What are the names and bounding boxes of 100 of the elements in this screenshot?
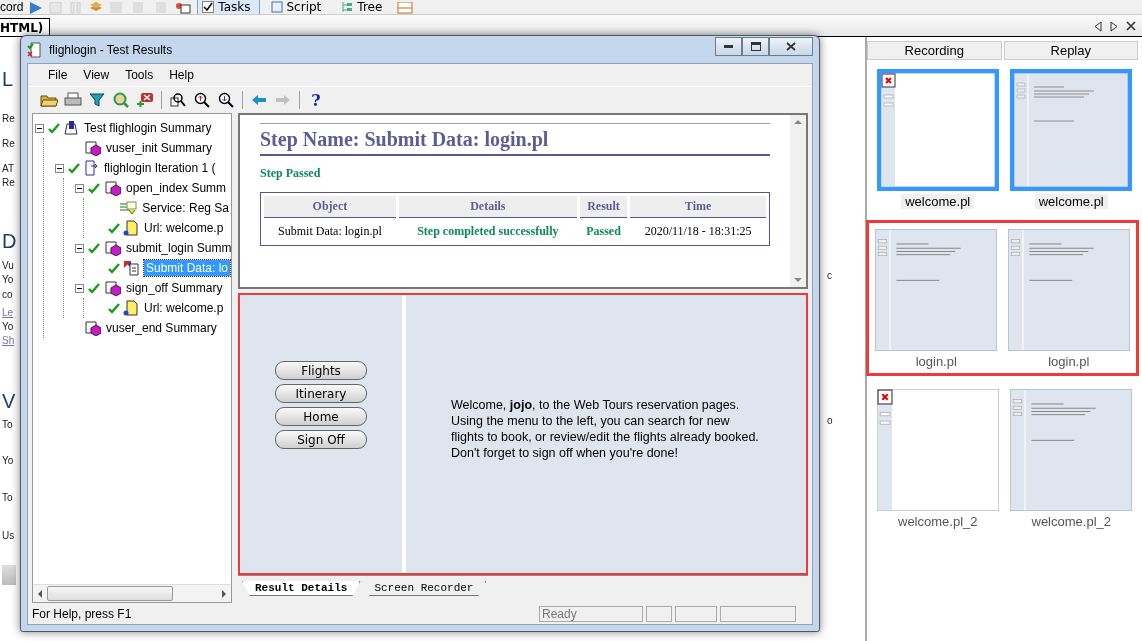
tree-icon <box>341 1 354 13</box>
nav-button[interactable]: Sign Off <box>275 430 367 449</box>
nav-button[interactable]: Home <box>275 407 367 426</box>
status-pane <box>675 605 717 622</box>
tree-item[interactable]: sign_off Summary <box>124 280 225 296</box>
minimize-button[interactable] <box>715 37 742 56</box>
script-icon <box>83 140 101 156</box>
tree-item[interactable]: Url: welcome.p <box>142 220 226 236</box>
check-icon <box>108 262 120 274</box>
status-pane: Ready <box>539 605 643 622</box>
delete-icon <box>136 92 154 108</box>
page-heading: D <box>2 229 17 254</box>
forward-arrow-icon <box>275 94 291 106</box>
table-cell-text: Step completed successfully <box>416 223 560 240</box>
thumbnail-label[interactable]: welcome.pl <box>901 194 975 209</box>
script-icon <box>83 320 101 336</box>
script-icon <box>103 240 121 256</box>
menu-item[interactable]: View <box>77 68 116 82</box>
scroll-icon <box>270 1 283 13</box>
tree-item[interactable]: vuser_end Summary <box>104 320 219 336</box>
page-text: AT <box>2 162 15 176</box>
printer-icon <box>64 92 82 108</box>
page-heading: L <box>2 67 14 92</box>
document-arrow-icon <box>83 160 99 176</box>
check-icon <box>68 162 80 174</box>
magnifier-icon <box>113 92 129 108</box>
toolbar-tab[interactable]: Script <box>265 0 331 14</box>
page-text: Yo <box>2 320 14 334</box>
tree-item[interactable]: Url: welcome.p <box>142 300 226 316</box>
checkbox-icon <box>202 1 215 13</box>
thumbnail-label[interactable]: welcome.pl <box>1034 194 1108 209</box>
help-button[interactable]: ? <box>305 89 327 111</box>
nav-button[interactable]: Itinerary <box>275 384 367 403</box>
page-text: o <box>827 414 834 428</box>
page-text: Re <box>2 176 15 190</box>
thumbnail-label[interactable]: login.pl <box>1044 354 1094 369</box>
collapse-icon[interactable] <box>55 163 64 173</box>
thumbnail-label[interactable]: login.pl <box>911 354 961 369</box>
toolbar-tab[interactable]: Tree <box>336 0 392 14</box>
close-button[interactable] <box>769 37 813 56</box>
scroll-right-icon[interactable] <box>221 589 227 598</box>
menu-item[interactable]: Help <box>163 68 200 82</box>
service-icon <box>119 201 138 215</box>
scroll-down-icon[interactable] <box>794 278 802 283</box>
back-arrow-icon <box>251 94 267 106</box>
check-icon <box>108 302 120 314</box>
tab[interactable]: Result Details <box>242 581 361 596</box>
scroll-thumb[interactable] <box>47 586 173 601</box>
filter-icon <box>89 92 105 108</box>
scroll-up-icon[interactable] <box>794 119 802 124</box>
close-icon[interactable] <box>1126 21 1136 31</box>
zoom-down-icon <box>218 92 234 108</box>
menu-item[interactable]: Tools <box>119 68 160 82</box>
tree-item[interactable]: Test flighlogin Summary <box>82 120 214 136</box>
vertical-scrollbar[interactable] <box>790 115 806 287</box>
toolbar-tab[interactable]: Tasks <box>197 0 260 14</box>
horizontal-scrollbar[interactable] <box>33 584 231 602</box>
page-icon <box>123 220 139 236</box>
document-tab[interactable]: HTML) <box>0 18 51 36</box>
page-icon <box>123 300 139 316</box>
collapse-icon[interactable] <box>75 243 84 253</box>
maximize-button[interactable] <box>742 37 769 56</box>
page-text: Us <box>2 529 15 543</box>
menu-item[interactable]: File <box>42 68 74 82</box>
tree-item[interactable]: flighlogin Iteration 1 ( <box>102 160 218 176</box>
page-link[interactable]: Le <box>2 306 14 320</box>
check-icon <box>88 182 100 194</box>
tree-item[interactable]: submit_login Summ <box>124 240 231 256</box>
page-text: Vu <box>2 259 14 273</box>
tree-item[interactable]: open_index Summ <box>124 180 229 196</box>
stack-icon <box>89 2 104 14</box>
table-cell-text: Passed <box>585 223 622 240</box>
thumbnail-label[interactable]: welcome.pl_2 <box>1027 514 1115 529</box>
collapse-icon[interactable] <box>35 123 44 133</box>
page-text: Yo <box>2 273 14 287</box>
tree-item[interactable]: Service: Reg Sa <box>140 200 231 216</box>
page-text: Yo <box>2 454 14 468</box>
scroll-left-icon[interactable] <box>37 589 43 598</box>
page-text: To <box>2 491 13 505</box>
nav-button[interactable]: Flights <box>275 361 367 380</box>
script-icon <box>103 280 121 296</box>
column-header: Details <box>398 196 577 218</box>
tree-item[interactable]: vuser_init Summary <box>104 140 215 156</box>
column-header: Object <box>264 196 396 218</box>
status-text: For Help, press F1 <box>32 606 133 621</box>
scroll-left-icon[interactable] <box>1094 21 1102 32</box>
toolbar-label: cord <box>0 0 24 14</box>
page-heading: V <box>2 389 16 414</box>
check-icon <box>88 282 100 294</box>
thumbnail-label[interactable]: welcome.pl_2 <box>894 514 982 529</box>
collapse-icon[interactable] <box>75 183 84 193</box>
find-icon <box>170 92 186 108</box>
page-link[interactable]: Sh <box>2 334 15 348</box>
tab[interactable]: Screen Recorder <box>361 581 487 596</box>
form-icon <box>123 260 141 276</box>
list-icon <box>175 2 192 14</box>
collapse-icon[interactable] <box>75 283 84 293</box>
check-icon <box>88 242 100 254</box>
minimize-icon <box>724 44 733 49</box>
scroll-right-icon[interactable] <box>1110 21 1118 32</box>
